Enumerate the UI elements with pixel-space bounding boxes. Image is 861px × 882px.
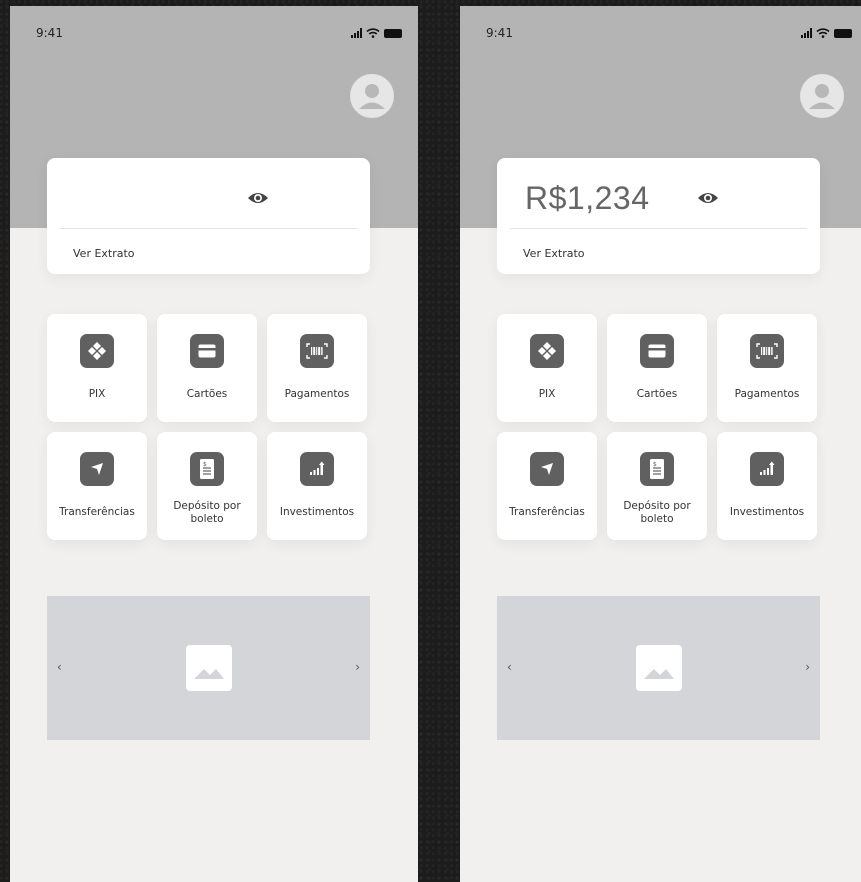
action-label: Transferências [59,506,135,518]
action-label: Cartões [186,388,228,400]
balance-card: Ver Extrato [47,158,370,274]
card-divider [510,228,807,229]
action-deposito-boleto[interactable]: $ Depósito por boleto [607,432,707,540]
action-label: Transferências [509,506,585,518]
card-icon [640,334,674,368]
send-icon [80,452,114,486]
status-bar: 9:41 [36,26,402,42]
action-label: Depósito por boleto [623,500,691,525]
promo-banner[interactable]: ‹ › [47,596,370,740]
svg-text:$: $ [203,461,207,468]
balance-card: R$1,234 Ver Extrato [497,158,820,274]
action-deposito-boleto[interactable]: $ Depósito por boleto [157,432,257,540]
document-icon: $ [190,452,224,486]
action-cartoes[interactable]: Cartões [157,314,257,422]
status-icons [801,28,852,38]
banner-next-button[interactable]: › [805,660,810,674]
eye-icon[interactable] [697,190,719,206]
user-avatar-icon[interactable] [800,74,844,118]
image-placeholder-icon [186,645,232,691]
pix-icon [80,334,114,368]
action-label: Cartões [636,388,678,400]
action-cartoes[interactable]: Cartões [607,314,707,422]
action-label: Pagamentos [734,388,800,400]
banner-prev-button[interactable]: ‹ [507,660,512,674]
svg-text:$: $ [653,461,657,468]
action-pix[interactable]: PIX [47,314,147,422]
action-investimentos[interactable]: Investimentos [717,432,817,540]
user-avatar-icon[interactable] [350,74,394,118]
wifi-icon [816,28,830,38]
status-time: 9:41 [486,26,513,40]
chart-up-icon [300,452,334,486]
status-bar: 9:41 [486,26,852,42]
action-label: Investimentos [279,506,355,518]
battery-icon [834,28,852,38]
action-pagamentos[interactable]: Pagamentos [717,314,817,422]
ver-extrato-link[interactable]: Ver Extrato [73,247,135,260]
chart-up-icon [750,452,784,486]
card-icon [190,334,224,368]
promo-banner[interactable]: ‹ › [497,596,820,740]
battery-icon [384,28,402,38]
phone-screen-hidden-balance: 9:41 Ver Extrato PIX Cartões Pagamentos [10,6,418,882]
action-pix[interactable]: PIX [497,314,597,422]
action-pagamentos[interactable]: Pagamentos [267,314,367,422]
card-divider [60,228,357,229]
action-label: Investimentos [729,506,805,518]
action-investimentos[interactable]: Investimentos [267,432,367,540]
document-icon: $ [640,452,674,486]
action-label: Pagamentos [284,388,350,400]
barcode-icon [300,334,334,368]
barcode-icon [750,334,784,368]
action-transferencias[interactable]: Transferências [497,432,597,540]
send-icon [530,452,564,486]
action-label: PIX [538,388,556,400]
phone-screen-visible-balance: 9:41 R$1,234 Ver Extrato PIX Cartões Pag… [460,6,861,882]
action-label: Depósito por boleto [173,500,241,525]
balance-value: R$1,234 [525,180,650,216]
banner-prev-button[interactable]: ‹ [57,660,62,674]
action-transferencias[interactable]: Transferências [47,432,147,540]
banner-next-button[interactable]: › [355,660,360,674]
signal-icon [351,28,362,38]
action-label: PIX [88,388,106,400]
image-placeholder-icon [636,645,682,691]
ver-extrato-link[interactable]: Ver Extrato [523,247,585,260]
pix-icon [530,334,564,368]
status-time: 9:41 [36,26,63,40]
eye-icon[interactable] [247,190,269,206]
status-icons [351,28,402,38]
signal-icon [801,28,812,38]
wifi-icon [366,28,380,38]
